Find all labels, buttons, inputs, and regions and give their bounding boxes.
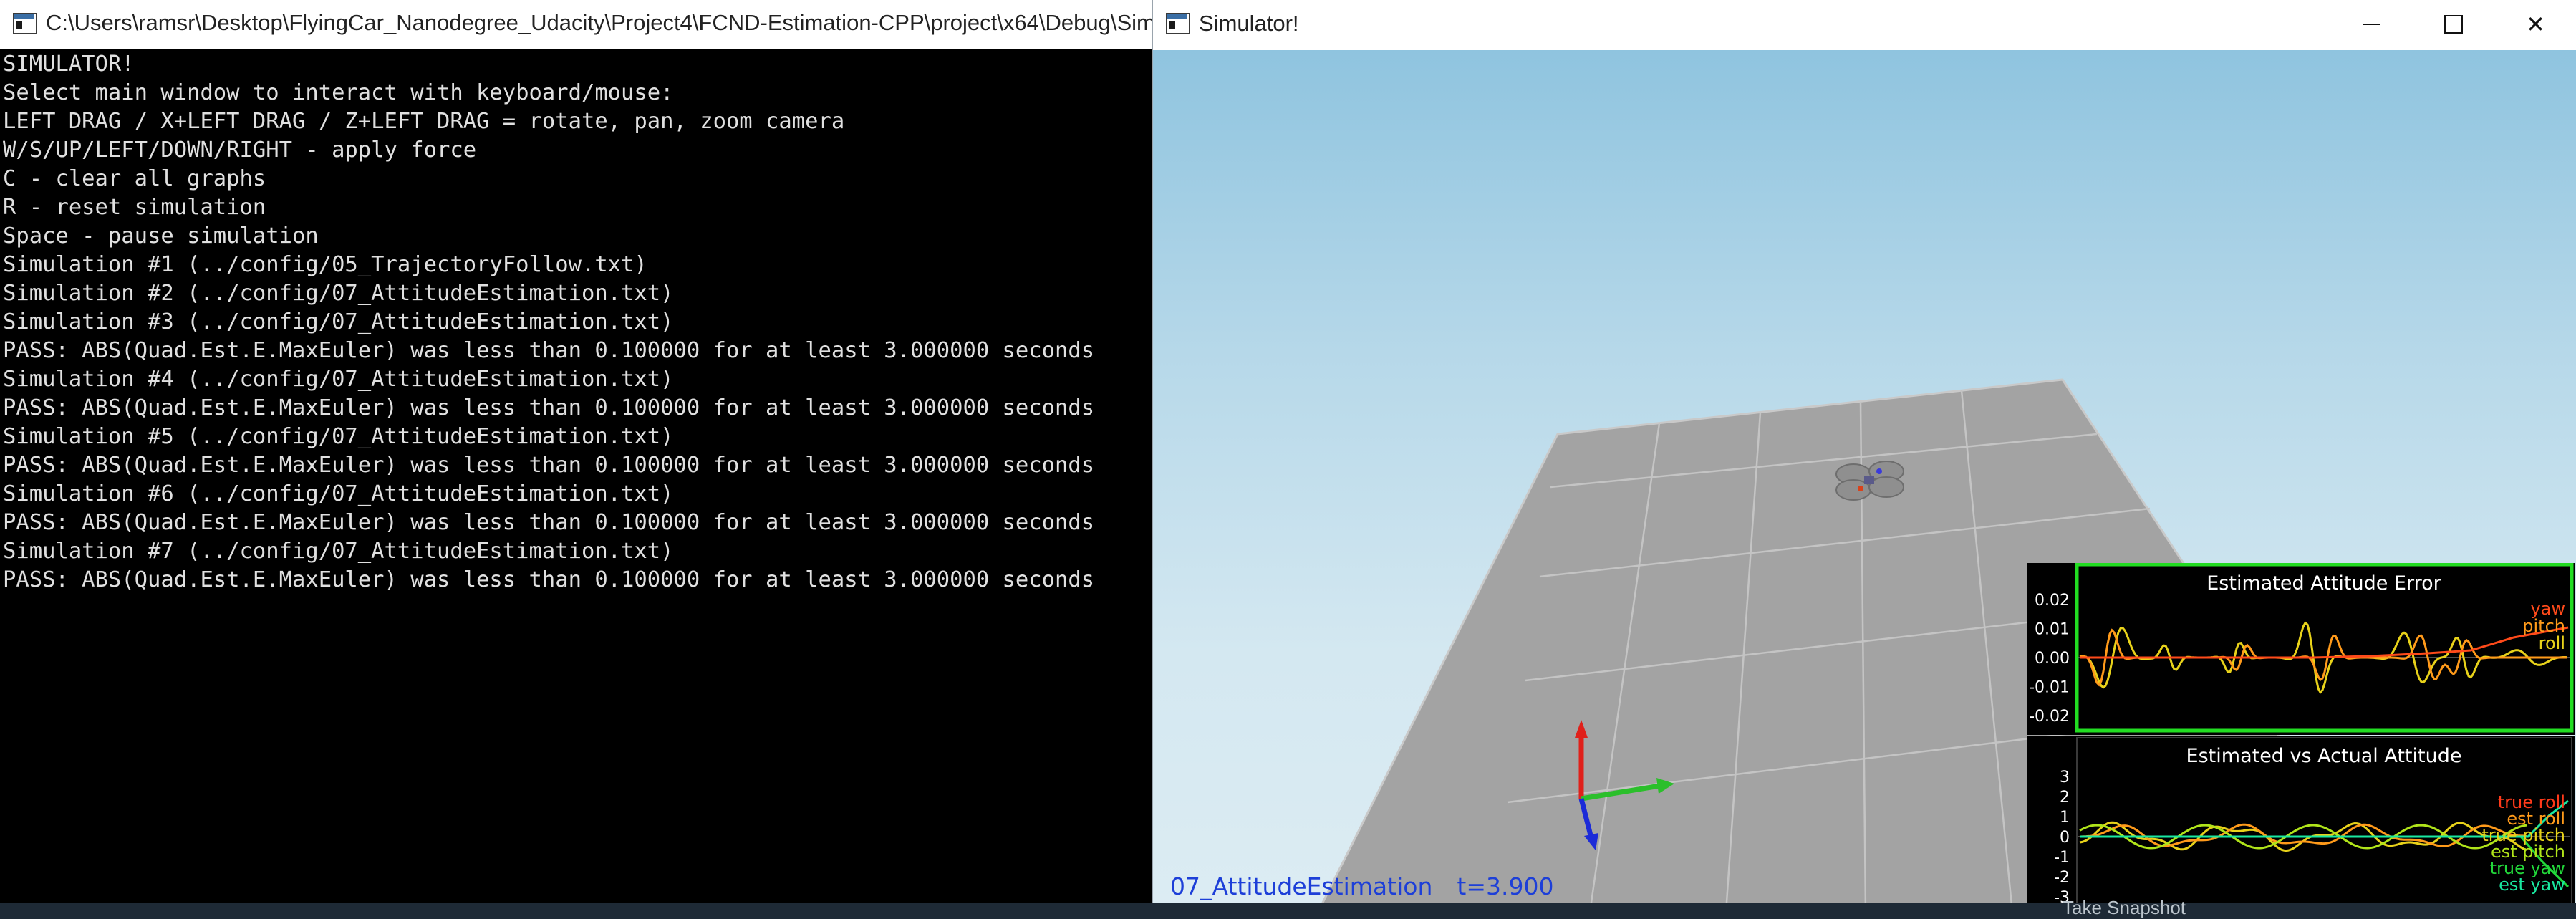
taskbar-item[interactable]: Take Snapshot [2063, 897, 2186, 919]
chart-title: Estimated vs Actual Attitude [2186, 745, 2462, 767]
y-tick-label: -1 [2054, 849, 2070, 867]
y-tick-label: 2 [2060, 789, 2070, 807]
attitude-comparison-chart: Estimated vs Actual Attitude 3210-1-2-3 … [2027, 736, 2575, 913]
console-line: Simulation #1 (../config/05_TrajectoryFo… [3, 252, 647, 277]
y-tick-label: 0 [2060, 829, 2070, 847]
simulation-viewport[interactable]: 07_AttitudeEstimation t=3.900 Estimated A… [1153, 50, 2576, 913]
console-line: Select main window to interact with keyb… [3, 80, 674, 105]
close-button[interactable]: ✕ [2494, 0, 2576, 49]
console-line: PASS: ABS(Quad.Est.E.MaxEuler) was less … [3, 338, 1095, 363]
y-tick-label: -0.01 [2029, 679, 2070, 697]
console-line: LEFT DRAG / X+LEFT DRAG / Z+LEFT DRAG = … [3, 109, 845, 134]
hud-status: 07_AttitudeEstimation t=3.900 [1170, 872, 1578, 900]
console-window[interactable]: C:\Users\ramsr\Desktop\FlyingCar_Nanodeg… [0, 0, 1152, 913]
console-line: Simulation #2 (../config/07_AttitudeEsti… [3, 281, 674, 306]
console-titlebar[interactable]: C:\Users\ramsr\Desktop\FlyingCar_Nanodeg… [0, 0, 1152, 49]
console-line: PASS: ABS(Quad.Est.E.MaxEuler) was less … [3, 567, 1095, 592]
legend-entry: roll [2539, 633, 2565, 653]
y-tick-label: 0.00 [2035, 650, 2070, 668]
maximize-icon [2444, 15, 2463, 34]
console-line: Simulation #5 (../config/07_AttitudeEsti… [3, 424, 674, 449]
simulator-app-icon [1166, 13, 1190, 34]
y-tick-label: -2 [2054, 869, 2070, 887]
console-line: PASS: ABS(Quad.Est.E.MaxEuler) was less … [3, 453, 1095, 478]
scenario-name: 07_AttitudeEstimation [1170, 872, 1433, 900]
attitude-comparison-graph[interactable]: Estimated vs Actual Attitude 3 2 1 0 -1 -2 -3 … [2027, 736, 2575, 913]
console-line: Simulation #4 (../config/07_AttitudeEsti… [3, 367, 674, 392]
y-tick-label: 3 [2060, 769, 2070, 786]
close-icon: ✕ [2526, 11, 2545, 38]
console-line: C - clear all graphs [3, 166, 266, 191]
legend-entry: est yaw [2499, 875, 2565, 895]
chart-title: Estimated Attitude Error [2206, 572, 2441, 595]
sim-time: t=3.900 [1457, 872, 1554, 900]
console-line: PASS: ABS(Quad.Est.E.MaxEuler) was less … [3, 395, 1095, 420]
console-line: Space - pause simulation [3, 223, 319, 249]
console-line: Simulation #6 (../config/07_AttitudeEsti… [3, 481, 674, 506]
attitude-error-graph[interactable]: Estimated Attitude Error 0.02 0.01 0.00 -0.… [2027, 562, 2575, 738]
taskbar: Take Snapshot [0, 897, 2576, 918]
y-tick-label: 0.02 [2035, 592, 2070, 610]
console-line: Simulation #3 (../config/07_AttitudeEsti… [3, 309, 674, 335]
y-tick-label: -0.02 [2029, 708, 2070, 726]
console-line: W/S/UP/LEFT/DOWN/RIGHT - apply force [3, 138, 477, 163]
console-line: R - reset simulation [3, 195, 266, 220]
console-line: PASS: ABS(Quad.Est.E.MaxEuler) was less … [3, 510, 1095, 535]
console-output: SIMULATOR! Select main window to interact… [3, 50, 1149, 595]
console-title: C:\Users\ramsr\Desktop\FlyingCar_Nanodeg… [46, 10, 1152, 35]
y-tick-label: 1 [2060, 809, 2070, 827]
console-app-icon [13, 13, 37, 34]
simulator-title: Simulator! [1199, 11, 1299, 36]
maximize-button[interactable] [2412, 0, 2494, 49]
minimize-icon [2362, 24, 2380, 25]
y-tick-label: 0.01 [2035, 621, 2070, 639]
attitude-error-chart: Estimated Attitude Error 0.02 0.01 0.00 -0.… [2027, 562, 2575, 735]
simulator-window[interactable]: Simulator! ✕ 07_AttitudeEstimation t=3.9… [1152, 0, 2576, 913]
minimize-button[interactable] [2330, 0, 2412, 49]
console-line: SIMULATOR! [3, 52, 135, 77]
quadcopter [1835, 461, 1904, 501]
console-line: Simulation #7 (../config/07_AttitudeEsti… [3, 539, 674, 564]
simulator-titlebar[interactable]: Simulator! ✕ [1153, 0, 2576, 51]
